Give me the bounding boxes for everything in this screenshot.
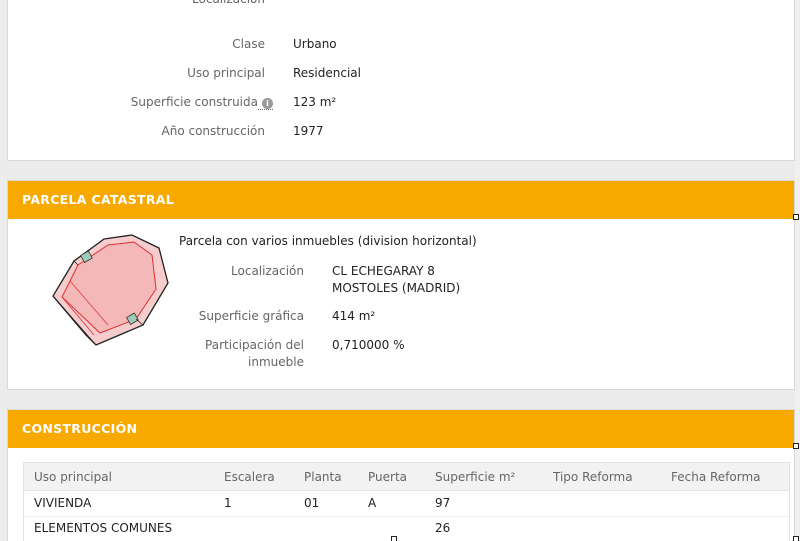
col-planta: Planta [304, 470, 342, 484]
parcela-localizacion-line2: MOSTOLES (MADRID) [332, 281, 461, 295]
clase-row: Clase Urbano [8, 34, 796, 54]
localizacion-label: Localización [192, 0, 265, 9]
info-icon[interactable]: i [262, 98, 273, 109]
superficie-construida-row: Superficie construida i 123 m² [8, 92, 796, 112]
ano-construccion-row: Año construcción 1977 [8, 121, 796, 141]
cell-superficie: 26 [435, 521, 451, 535]
table-header-row: Uso principal Escalera Planta Puerta Sup… [24, 463, 789, 491]
cell-superficie: 97 [435, 496, 451, 510]
parcela-card: PARCELA CATASTRAL Parcela con varios inm… [7, 180, 795, 390]
table-row: ELEMENTOS COMUNES 26 [24, 517, 789, 541]
superficie-grafica-value: 414 m² [332, 309, 376, 323]
superficie-construida-label-wrap: Superficie construida i [131, 92, 273, 112]
parcela-header[interactable]: PARCELA CATASTRAL [8, 181, 794, 219]
parcela-localizacion-label: Localización [231, 264, 304, 278]
ano-construccion-label: Año construcción [161, 124, 266, 138]
cell-uso: VIVIENDA [34, 496, 92, 510]
scrollbar[interactable] [795, 0, 800, 541]
col-superficie: Superficie m² [435, 470, 516, 484]
col-puerta: Puerta [368, 470, 408, 484]
col-tipo-reforma: Tipo Reforma [553, 470, 633, 484]
construccion-header[interactable]: CONSTRUCCIÓN [8, 410, 794, 448]
superficie-grafica-label: Superficie gráfica [198, 309, 304, 323]
col-fecha-reforma: Fecha Reforma [671, 470, 761, 484]
resize-handle[interactable] [391, 536, 397, 541]
participacion-value: 0,710000 % [332, 338, 405, 352]
ano-construccion-value: 1977 [293, 124, 324, 138]
construccion-card: CONSTRUCCIÓN Uso principal Escalera Plan… [7, 409, 795, 541]
resize-handle[interactable] [793, 443, 799, 449]
col-escalera: Escalera [224, 470, 275, 484]
resize-handle[interactable] [793, 536, 799, 541]
clase-value: Urbano [293, 37, 337, 51]
parcela-localizacion-line1: CL ECHEGARAY 8 [332, 264, 435, 278]
uso-principal-value: Residencial [293, 66, 361, 80]
info-icon-wrap[interactable]: i [258, 95, 273, 110]
cell-planta: 01 [304, 496, 320, 510]
uso-principal-label: Uso principal [187, 66, 265, 80]
parcela-description: Parcela con varios inmuebles (division h… [179, 234, 477, 248]
localizacion-row: Localización [8, 0, 796, 9]
construccion-table: Uso principal Escalera Planta Puerta Sup… [23, 462, 790, 541]
uso-principal-row: Uso principal Residencial [8, 63, 796, 83]
cell-puerta: A [368, 496, 377, 510]
clase-label: Clase [232, 37, 265, 51]
participacion-label-2: inmueble [248, 355, 304, 369]
inmueble-card: Localización Clase Urbano Uso principal … [7, 0, 795, 161]
superficie-construida-label: Superficie construida [130, 95, 258, 109]
participacion-label-1: Participación del [205, 338, 304, 352]
cell-escalera: 1 [224, 496, 232, 510]
table-row: VIVIENDA 1 01 A 97 [24, 492, 789, 517]
resize-handle[interactable] [793, 214, 799, 220]
cell-uso: ELEMENTOS COMUNES [34, 521, 173, 535]
parcel-map-image[interactable] [48, 233, 170, 351]
superficie-construida-value: 123 m² [293, 95, 337, 109]
col-uso-principal: Uso principal [34, 470, 112, 484]
